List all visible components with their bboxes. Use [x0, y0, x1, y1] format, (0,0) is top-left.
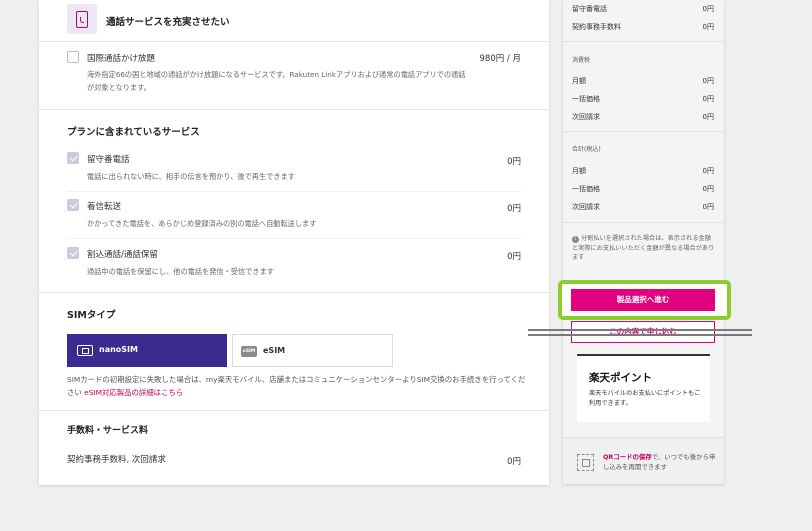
voicemail-checkbox[interactable] [67, 152, 79, 164]
qr-save-link[interactable]: QRコードの保存 [603, 453, 652, 461]
esim-label: eSIM [263, 346, 286, 355]
divider [39, 109, 549, 110]
fees-price: 0円 [507, 457, 521, 467]
esim-icon: eSIM [241, 346, 257, 357]
summary-row-value: 0円 [702, 5, 714, 13]
summary-row: 次回請求 0円 [572, 202, 714, 214]
summary-row-value: 0円 [702, 113, 714, 121]
info-icon: i [572, 236, 579, 243]
summary-row-value: 0円 [702, 167, 714, 175]
divider [67, 238, 521, 239]
divider [563, 222, 724, 223]
divider [39, 410, 549, 411]
summary-row-value: 0円 [702, 23, 714, 31]
installment-note: i 分割払いを選択された場合は、表示される金額と実際にお支払いいただく金額が異なる… [572, 234, 716, 263]
summary-row-label: 次回請求 [572, 113, 600, 121]
apply-with-this-content-button[interactable]: この内容で申し込む [571, 321, 715, 343]
qr-save-text: QRコードの保存で、いつでも後から申し込みを再開できます [603, 452, 718, 472]
call-waiting-checkbox[interactable] [67, 247, 79, 259]
summary-row-value: 0円 [702, 203, 714, 211]
esim-details-link[interactable]: eSIM対応製品の詳細はこちら [84, 388, 183, 397]
point-desc: 楽天モバイルのお支払いにポイントもご利用できます。 [589, 390, 701, 407]
summary-row-label: 一括価格 [572, 185, 600, 193]
divider [563, 41, 724, 42]
point-title: 楽天ポイント [589, 372, 652, 384]
sim-note: SIMカードの初期設定に失敗した場合は、my楽天モバイル、店舗またはコミュニケー… [67, 373, 527, 399]
international-calls-checkbox[interactable] [67, 51, 79, 63]
divider [563, 131, 724, 132]
call-forwarding-checkbox[interactable] [67, 199, 79, 211]
voicemail-label: 留守番電話 [87, 155, 130, 165]
phone-icon [67, 4, 97, 34]
divider [39, 41, 549, 42]
divider [67, 191, 521, 192]
summary-row: 一括価格 0円 [572, 184, 714, 196]
overlay-line [528, 334, 752, 336]
summary-row-label: 契約事務手数料 [572, 23, 621, 31]
divider [39, 292, 549, 293]
installment-note-text: 分割払いを選択された場合は、表示される金額と実際にお支払いいただく金額が異なる場… [572, 235, 715, 261]
call-forwarding-price: 0円 [507, 204, 521, 214]
summary-row-value: 0円 [702, 95, 714, 103]
nanosim-label: nanoSIM [99, 345, 138, 354]
summary-row: 留守番電話 0円 [572, 4, 714, 16]
sim-type-heading: SIMタイプ [67, 310, 116, 321]
esim-option[interactable]: eSIM eSIM [232, 334, 393, 367]
voicemail-price: 0円 [507, 157, 521, 167]
fees-label: 契約事務手数料, 次回請求 [67, 455, 166, 465]
international-calls-desc: 海外指定66の国と地域の通話がかけ放題になるサービスです。Rakuten Lin… [87, 70, 466, 92]
summary-row-label: 月額 [572, 77, 586, 85]
summary-row-label: 一括価格 [572, 95, 600, 103]
overlay-line [528, 329, 752, 331]
summary-row-label: 月額 [572, 167, 586, 175]
rakuten-point-card: 楽天ポイント 楽天モバイルのお支払いにポイントもご利用できます。 [577, 354, 710, 422]
total-heading: 合計(税込) [572, 146, 601, 153]
summary-row-value: 0円 [702, 77, 714, 85]
summary-row: 契約事務手数料 0円 [572, 22, 714, 34]
call-waiting-price: 0円 [507, 252, 521, 262]
call-forwarding-desc: かかってきた電話を、あらかじめ登録済みの別の電話へ自動転送します [87, 219, 317, 228]
summary-row-label: 留守番電話 [572, 5, 607, 13]
summary-row: 月額 0円 [572, 166, 714, 178]
international-calls-price: 980円 / 月 [479, 54, 522, 64]
call-services-heading: 通話サービスを充実させたい [106, 17, 230, 28]
fees-heading: 手数料・サービス料 [67, 426, 149, 436]
sim-card-icon [77, 345, 93, 356]
qr-save-box[interactable]: QRコードの保存で、いつでも後から申し込みを再開できます [563, 437, 724, 484]
qr-code-icon [577, 454, 594, 471]
call-waiting-label: 割込通話/通話保留 [87, 250, 158, 260]
voicemail-desc: 電話に出られない時に、相手の伝言を預かり、後で再生できます [87, 172, 295, 181]
call-waiting-desc: 通話中の電話を保留にし、他の電話を発信・受信できます [87, 267, 274, 276]
call-forwarding-label: 着信転送 [87, 202, 122, 212]
proceed-to-product-selection-button[interactable]: 製品選択へ進む [571, 289, 715, 311]
summary-row: 次回請求 0円 [572, 112, 714, 124]
tax-heading: 消費税 [572, 57, 591, 64]
plan-options-card: 通話サービスを充実させたい 国際通話かけ放題 980円 / 月 海外指定66の国… [39, 0, 549, 485]
plan-services-heading: プランに含まれているサービス [67, 127, 200, 138]
summary-row: 一括価格 0円 [572, 94, 714, 106]
summary-row: 月額 0円 [572, 76, 714, 88]
summary-row-value: 0円 [702, 185, 714, 193]
international-calls-label: 国際通話かけ放題 [87, 54, 156, 64]
summary-row-label: 次回請求 [572, 203, 600, 211]
nanosim-option[interactable]: nanoSIM [67, 334, 227, 367]
